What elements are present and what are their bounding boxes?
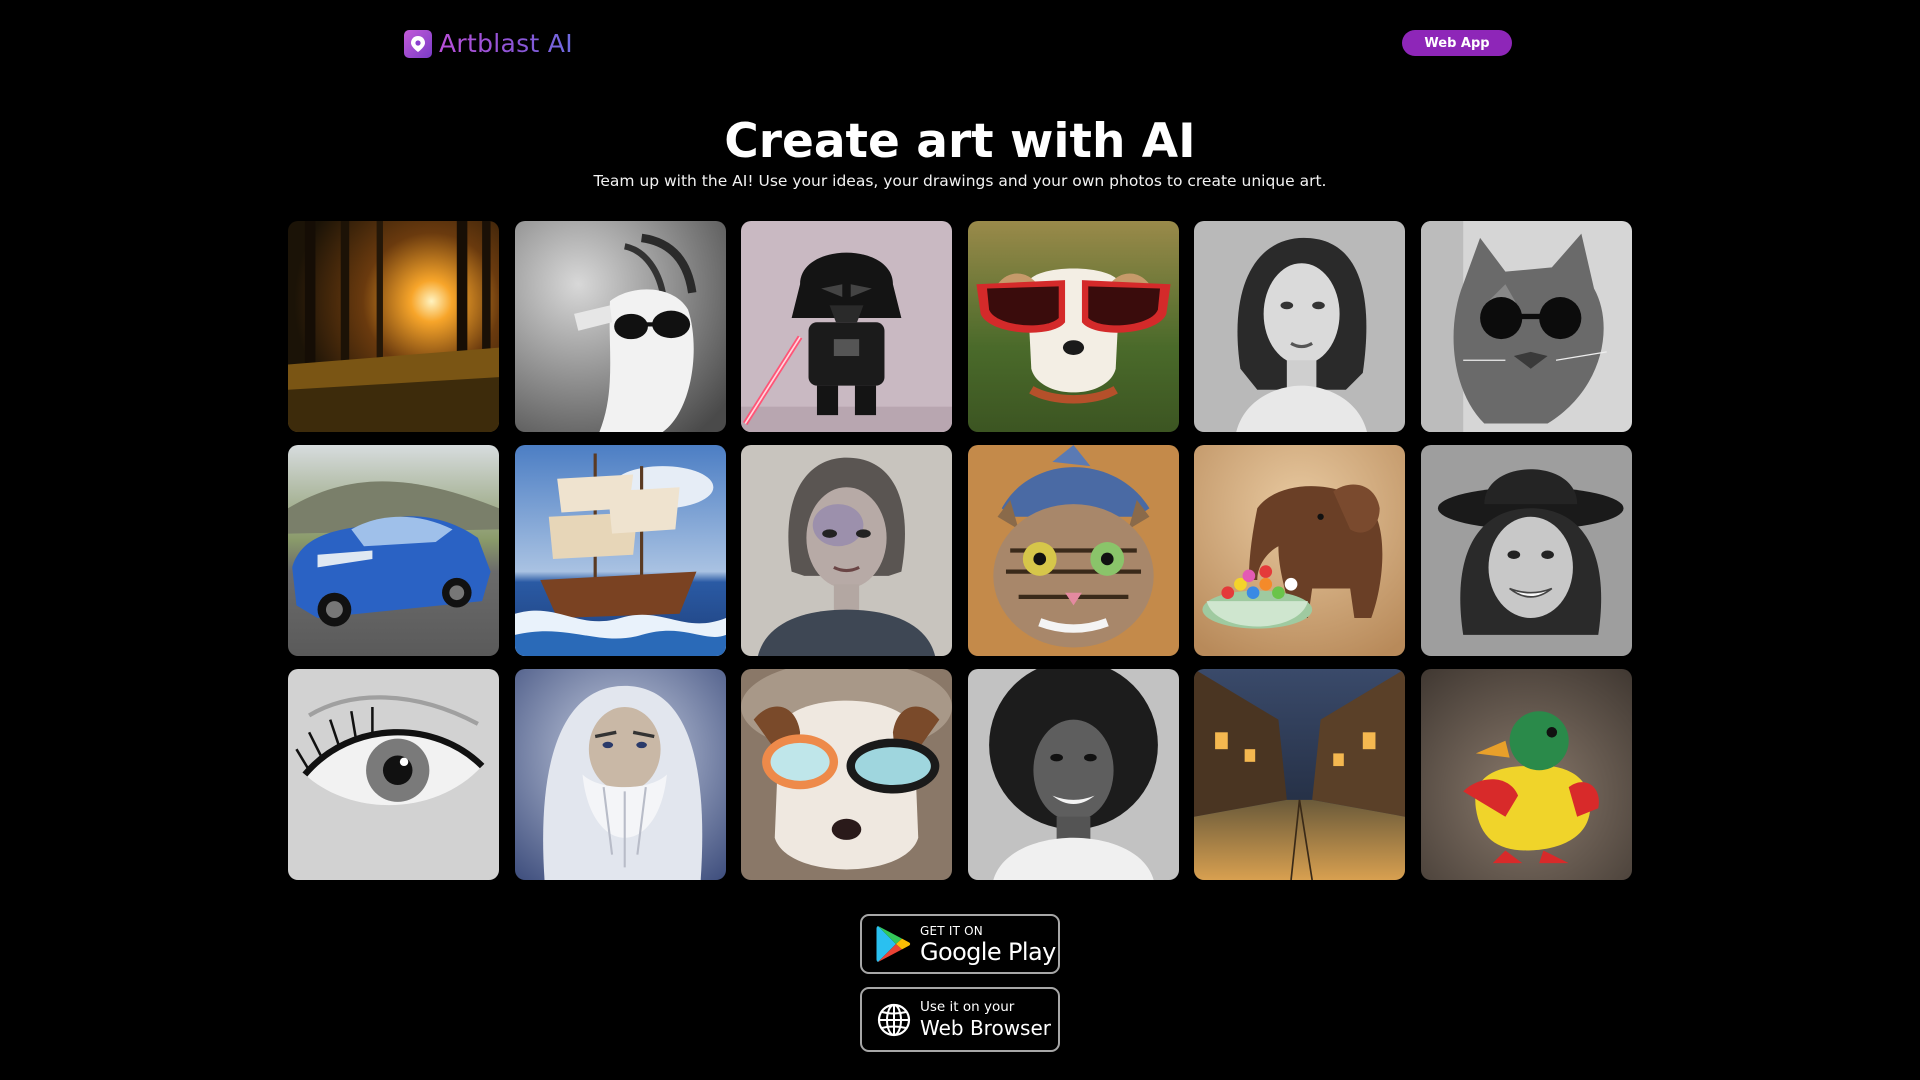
- google-play-button[interactable]: GET IT ON Google Play: [860, 914, 1060, 974]
- gallery-image-old-wizard[interactable]: [514, 669, 726, 880]
- logo[interactable]: Artblast AI: [404, 30, 573, 58]
- logo-text: Artblast AI: [439, 29, 573, 58]
- gallery-image-sunset-forest[interactable]: [288, 221, 499, 432]
- gallery-image-cat-sunglasses-bw[interactable]: [1420, 221, 1632, 432]
- gallery-image-goat-sunglasses[interactable]: [514, 221, 726, 432]
- google-play-small-label: GET IT ON: [920, 923, 983, 938]
- gallery-image-cat-blue-hat[interactable]: [967, 445, 1179, 656]
- google-play-icon: [872, 922, 916, 966]
- page-title: Create art with AI: [724, 114, 1196, 169]
- gallery-image-painted-woman[interactable]: [741, 445, 953, 656]
- site-header: Artblast AI Web App: [0, 0, 1920, 86]
- web-browser-small-label: Use it on your: [920, 999, 1015, 1016]
- gallery-image-wooden-elephant-candy[interactable]: [1194, 445, 1406, 656]
- gallery-image-darth-vader-figure[interactable]: [741, 221, 953, 432]
- globe-icon: [872, 998, 916, 1042]
- gallery-image-dog-red-sunglasses[interactable]: [967, 221, 1179, 432]
- gallery-image-woman-portrait-bw[interactable]: [1194, 221, 1406, 432]
- web-browser-button[interactable]: Use it on your Web Browser: [860, 987, 1060, 1052]
- gallery-image-blue-mustang[interactable]: [288, 445, 499, 656]
- gallery-grid: [288, 221, 1632, 880]
- web-app-button[interactable]: Web App: [1402, 30, 1512, 56]
- google-play-big-label: Google Play: [920, 937, 1056, 966]
- gallery-image-night-street[interactable]: [1194, 669, 1406, 880]
- gallery-image-dog-goggles[interactable]: [741, 669, 953, 880]
- gallery-image-woman-hat-bw[interactable]: [1420, 445, 1632, 656]
- web-browser-text: Use it on your Web Browser: [920, 1001, 1051, 1038]
- google-play-text: GET IT ON Google Play: [920, 925, 1056, 964]
- gallery-image-sailing-ship[interactable]: [514, 445, 726, 656]
- rocket-pin-icon: [404, 30, 432, 58]
- page-subtitle: Team up with the AI! Use your ideas, you…: [593, 172, 1327, 190]
- gallery-image-woman-afro-bw[interactable]: [967, 669, 1179, 880]
- gallery-image-eye-closeup-bw[interactable]: [288, 669, 499, 880]
- web-browser-big-label: Web Browser: [920, 1015, 1052, 1040]
- gallery-image-toy-duck[interactable]: [1420, 669, 1632, 880]
